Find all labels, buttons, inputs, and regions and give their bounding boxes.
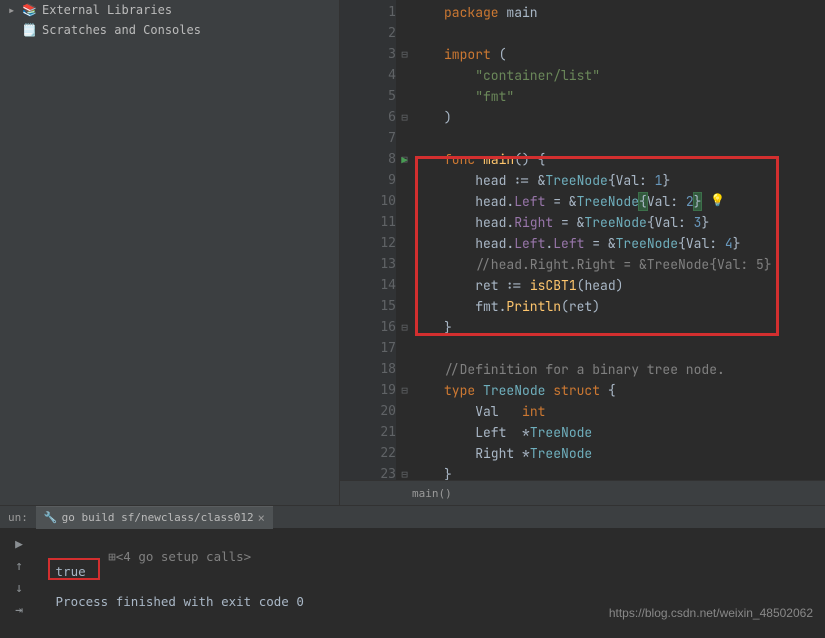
tool-icon: 🔧 bbox=[44, 511, 58, 524]
line-number: 10 bbox=[340, 191, 396, 212]
tree-item[interactable]: 🗒️Scratches and Consoles bbox=[8, 20, 331, 40]
rerun-icon[interactable]: ▶ bbox=[9, 534, 29, 554]
code-line[interactable]: ) bbox=[444, 107, 825, 128]
code-line[interactable]: type TreeNode struct { bbox=[444, 380, 825, 401]
code-line[interactable]: Left *TreeNode bbox=[444, 422, 825, 443]
line-number: 8 bbox=[340, 149, 396, 170]
line-number: 2 bbox=[340, 23, 396, 44]
stop-icon[interactable]: ↑ bbox=[9, 556, 29, 576]
line-number: 14 bbox=[340, 275, 396, 296]
breadcrumb-item[interactable]: main() bbox=[412, 487, 452, 500]
console-output[interactable]: ⊞<4 go setup calls> true Process finishe… bbox=[38, 528, 825, 638]
code-line[interactable] bbox=[444, 23, 825, 44]
code-line[interactable]: Val int bbox=[444, 401, 825, 422]
tool-window-label: un: bbox=[0, 511, 36, 524]
line-number: 13 bbox=[340, 254, 396, 275]
down-icon[interactable]: ↓ bbox=[9, 578, 29, 598]
line-number: 5 bbox=[340, 86, 396, 107]
line-number: 7 bbox=[340, 128, 396, 149]
code-line[interactable] bbox=[444, 338, 825, 359]
tree-item[interactable]: ▸📚External Libraries bbox=[8, 0, 331, 20]
watermark: https://blog.csdn.net/weixin_48502062 bbox=[609, 606, 813, 620]
run-toolbar: ▶ ↑ ↓ ⇥ bbox=[0, 528, 38, 638]
line-number: 11 bbox=[340, 212, 396, 233]
line-number: 23 bbox=[340, 464, 396, 480]
fold-region-icon[interactable]: ⊞ bbox=[108, 549, 116, 564]
project-sidebar[interactable]: ▸📚External Libraries🗒️Scratches and Cons… bbox=[0, 0, 340, 505]
line-number: 20 bbox=[340, 401, 396, 422]
line-number: 16 bbox=[340, 317, 396, 338]
code-line[interactable]: Right *TreeNode bbox=[444, 443, 825, 464]
annotation-main-box bbox=[415, 156, 779, 336]
line-number: 3 bbox=[340, 44, 396, 65]
code-line[interactable]: "fmt" bbox=[444, 86, 825, 107]
line-number: 17 bbox=[340, 338, 396, 359]
annotation-true-box bbox=[48, 558, 100, 580]
breadcrumb[interactable]: main() bbox=[340, 480, 825, 505]
run-config-label: go build sf/newclass/class012 bbox=[62, 511, 254, 524]
line-number: 12 bbox=[340, 233, 396, 254]
line-number: 21 bbox=[340, 422, 396, 443]
close-icon[interactable]: × bbox=[258, 511, 265, 525]
run-config-tab[interactable]: 🔧 go build sf/newclass/class012 × bbox=[36, 506, 273, 529]
code-line[interactable]: "container/list" bbox=[444, 65, 825, 86]
code-line[interactable]: } bbox=[444, 464, 825, 480]
soft-wrap-icon[interactable]: ⇥ bbox=[9, 600, 29, 620]
line-number: 15 bbox=[340, 296, 396, 317]
line-number: 6 bbox=[340, 107, 396, 128]
code-line[interactable] bbox=[444, 128, 825, 149]
line-number: 4 bbox=[340, 65, 396, 86]
exit-line: Process finished with exit code 0 bbox=[56, 594, 304, 609]
code-line[interactable]: //Definition for a binary tree node. bbox=[444, 359, 825, 380]
line-number: 19 bbox=[340, 380, 396, 401]
line-number: 9 bbox=[340, 170, 396, 191]
setup-line: <4 go setup calls> bbox=[116, 549, 251, 564]
line-number: 1 bbox=[340, 2, 396, 23]
line-gutter: 123456789101112131415161718192021222324 bbox=[340, 0, 404, 480]
line-number: 22 bbox=[340, 443, 396, 464]
line-number: 18 bbox=[340, 359, 396, 380]
code-line[interactable]: import ( bbox=[444, 44, 825, 65]
code-line[interactable]: package main bbox=[444, 2, 825, 23]
